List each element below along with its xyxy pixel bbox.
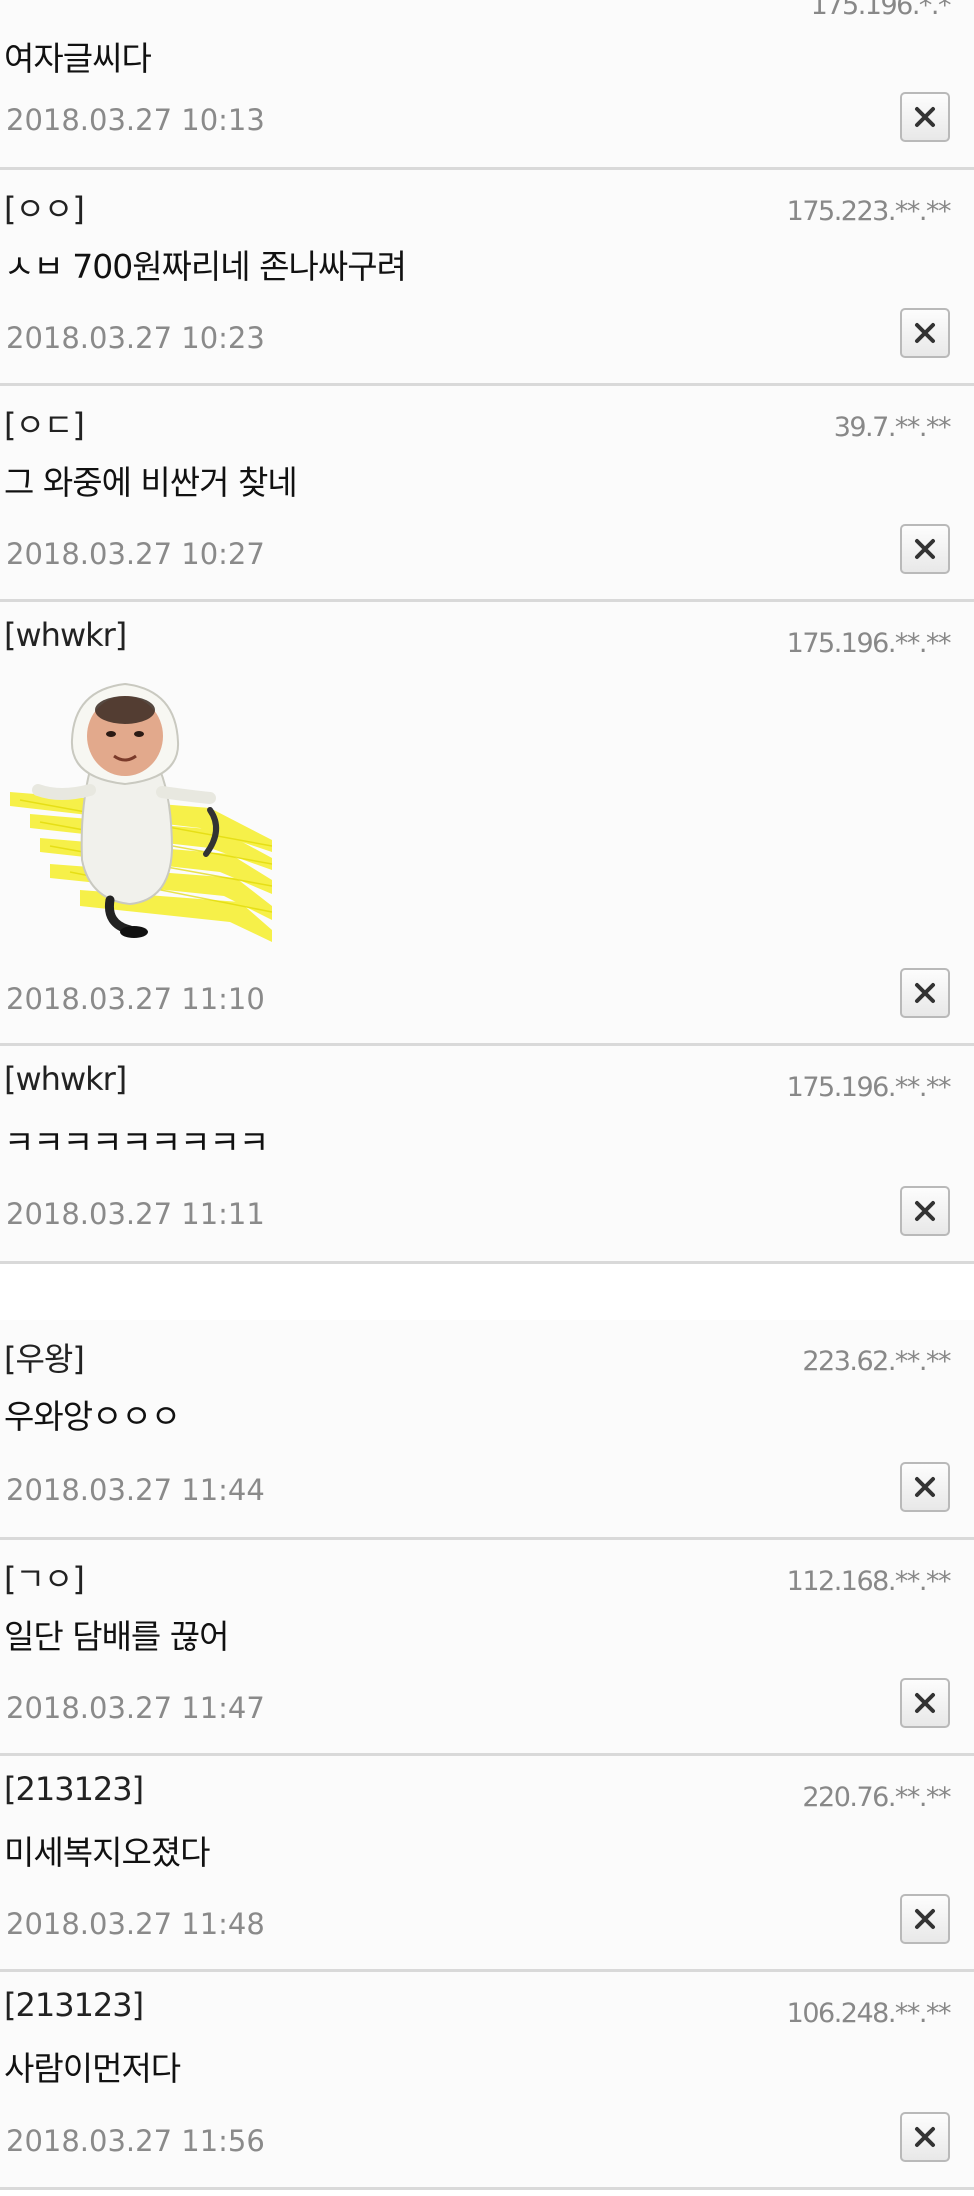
comment-ip: 175.196.**.** — [786, 1072, 952, 1103]
comment-author: [우왕] — [4, 1340, 85, 1378]
comment-item: [213123] 106.248.**.** 사람이먼저다 2018.03.27… — [0, 1972, 974, 2190]
comment-author: [whwkr] — [4, 616, 127, 654]
comment-list: 175.196.*.* 여자글씨다 2018.03.27 10:13 [ㅇㅇ] … — [0, 0, 974, 2196]
close-icon — [915, 539, 935, 559]
comment-date: 2018.03.27 10:13 — [6, 103, 265, 137]
comment-text: 우와앙ㅇㅇㅇ — [4, 1397, 181, 1436]
comment-item: 175.196.*.* 여자글씨다 2018.03.27 10:13 — [0, 0, 974, 170]
close-icon — [915, 1201, 935, 1221]
comment-author: [ㅇㅇ] — [4, 190, 85, 228]
comment-ip: 112.168.**.** — [786, 1566, 952, 1597]
comment-date: 2018.03.27 11:10 — [6, 982, 265, 1016]
delete-button[interactable] — [900, 308, 950, 358]
comment-author: [ㄱㅇ] — [4, 1560, 85, 1598]
comment-date: 2018.03.27 11:48 — [6, 1907, 265, 1941]
comment-ip: 175.196.**.** — [786, 628, 952, 659]
close-icon — [915, 107, 935, 127]
comment-date: 2018.03.27 11:47 — [6, 1691, 265, 1725]
close-icon — [915, 983, 935, 1003]
comment-item: [ㅇㄷ] 39.7.**.** 그 와중에 비싼거 찾네 2018.03.27 … — [0, 386, 974, 602]
delete-button[interactable] — [900, 1894, 950, 1944]
comment-author: [213123] — [4, 1986, 144, 2024]
comment-date: 2018.03.27 10:23 — [6, 321, 265, 355]
comment-item: [213123] 220.76.**.** 미세복지오졌다 2018.03.27… — [0, 1756, 974, 1972]
delete-button[interactable] — [900, 2112, 950, 2162]
comment-text: 그 와중에 비싼거 찾네 — [4, 463, 298, 502]
comment-text: 미세복지오졌다 — [4, 1833, 211, 1872]
comment-ip: 106.248.**.** — [786, 1998, 952, 2029]
comment-text: ㅅㅂ 700원짜리네 존나싸구려 — [4, 247, 407, 286]
comment-author: [213123] — [4, 1770, 144, 1808]
delete-button[interactable] — [900, 1678, 950, 1728]
section-gap — [0, 1264, 974, 1320]
comment-author: [ㅇㄷ] — [4, 406, 85, 444]
delete-button[interactable] — [900, 524, 950, 574]
comment-ip: 175.196.*.* — [810, 0, 952, 21]
comment-text: ㅋㅋㅋㅋㅋㅋㅋㅋㅋ — [4, 1123, 269, 1162]
comment-author: [whwkr] — [4, 1060, 127, 1098]
comment-date: 2018.03.27 11:56 — [6, 2124, 265, 2158]
comment-item: [우왕] 223.62.**.** 우와앙ㅇㅇㅇ 2018.03.27 11:4… — [0, 1320, 974, 1540]
close-icon — [915, 1909, 935, 1929]
comment-ip: 175.223.**.** — [786, 196, 952, 227]
delete-button[interactable] — [900, 1462, 950, 1512]
delete-button[interactable] — [900, 968, 950, 1018]
delete-button[interactable] — [900, 92, 950, 142]
close-icon — [915, 323, 935, 343]
comment-ip: 39.7.**.** — [833, 412, 952, 443]
comment-item: [ㄱㅇ] 112.168.**.** 일단 담배를 끊어 2018.03.27 … — [0, 1540, 974, 1756]
comment-text: 일단 담배를 끊어 — [4, 1617, 229, 1656]
comment-date: 2018.03.27 10:27 — [6, 537, 265, 571]
dancing-face-sticker — [10, 682, 272, 942]
comment-ip: 220.76.**.** — [802, 1782, 951, 1813]
comment-date: 2018.03.27 11:11 — [6, 1197, 265, 1231]
close-icon — [915, 2127, 935, 2147]
comment-item: [ㅇㅇ] 175.223.**.** ㅅㅂ 700원짜리네 존나싸구려 2018… — [0, 170, 974, 386]
delete-button[interactable] — [900, 1186, 950, 1236]
comment-ip: 223.62.**.** — [802, 1346, 951, 1377]
close-icon — [915, 1477, 935, 1497]
comment-date: 2018.03.27 11:44 — [6, 1473, 265, 1507]
close-icon — [915, 1693, 935, 1713]
comment-text: 여자글씨다 — [4, 39, 152, 78]
comment-item: [whwkr] 175.196.**.** ㅋㅋㅋㅋㅋㅋㅋㅋㅋ 2018.03.… — [0, 1046, 974, 1264]
comment-text: 사람이먼저다 — [4, 2049, 181, 2088]
